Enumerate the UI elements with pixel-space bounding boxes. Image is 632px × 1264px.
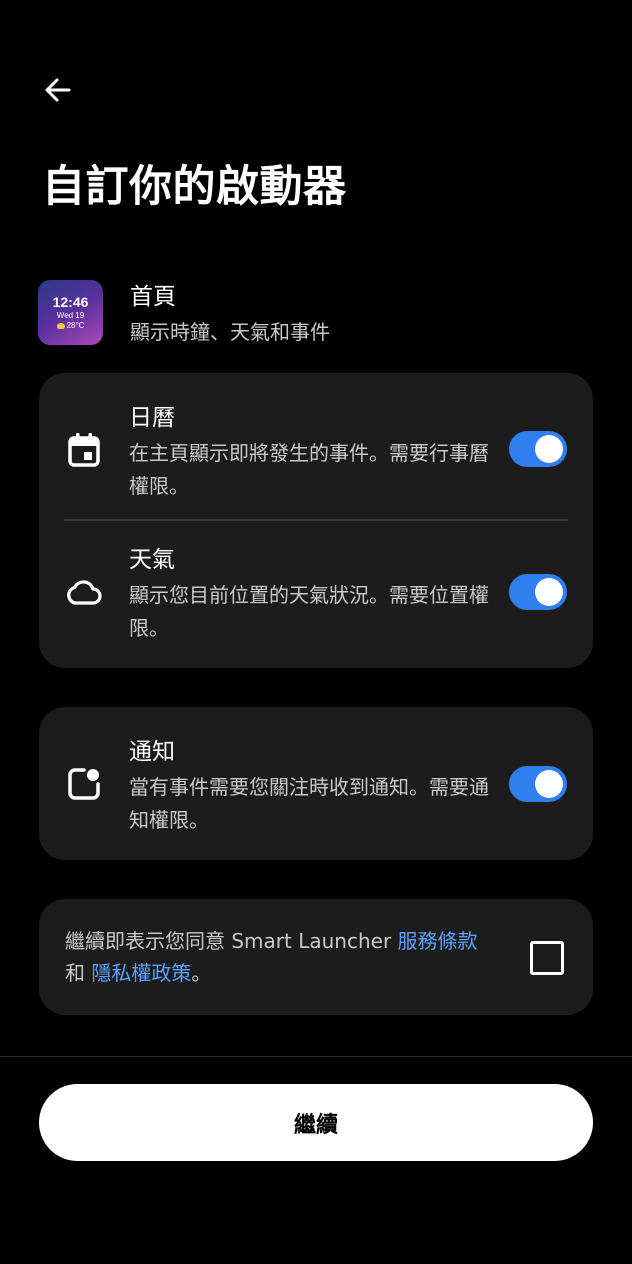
widget-weather: 28°C [56,320,85,331]
cloud-icon [65,573,103,611]
calendar-permission-row: 日曆 在主頁顯示即將發生的事件。需要行事曆權限。 [39,373,593,519]
notifications-permission-row: 通知 當有事件需要您關注時收到通知。需要通知權限。 [39,707,593,860]
footer-divider [0,1056,632,1057]
consent-checkbox[interactable] [530,941,564,975]
widget-temperature: 28°C [66,320,85,330]
consent-suffix: 。 [191,961,212,985]
privacy-policy-link[interactable]: 隱私權政策 [91,961,191,985]
arrow-left-icon [45,78,71,102]
notifications-description: 當有事件需要您關注時收到通知。需要通知權限。 [129,775,489,832]
terms-of-service-link[interactable]: 服務條款 [398,929,478,953]
partly-sunny-icon [56,322,65,329]
home-subtitle: 顯示時鐘、天氣和事件 [130,320,330,344]
home-widget-preview: 12:46 Wed 19 28°C [38,280,103,345]
calendar-title: 日曆 [129,405,175,431]
consent-prefix: 繼續即表示您同意 Smart Launcher [65,929,398,953]
weather-permission-row: 天氣 顯示您目前位置的天氣狀況。需要位置權限。 [39,521,593,668]
notifications-card: 通知 當有事件需要您關注時收到通知。需要通知權限。 [39,707,593,860]
home-title: 首頁 [130,284,176,310]
weather-title: 天氣 [129,547,175,573]
toggle-knob [535,770,563,798]
back-button[interactable] [36,68,80,112]
widget-time: 12:46 [52,293,89,310]
toggle-knob [535,578,563,606]
weather-description: 顯示您目前位置的天氣狀況。需要位置權限。 [129,583,489,640]
page-title: 自訂你的啟動器 [42,162,347,212]
consent-text: 繼續即表示您同意 Smart Launcher 服務條款和 隱私權政策。 [65,925,515,989]
consent-card: 繼續即表示您同意 Smart Launcher 服務條款和 隱私權政策。 [39,899,593,1015]
toggle-knob [535,435,563,463]
calendar-description: 在主頁顯示即將發生的事件。需要行事曆權限。 [129,441,489,498]
notification-badge-icon [65,765,103,803]
notifications-toggle[interactable] [509,766,567,802]
consent-and: 和 [65,961,92,985]
permissions-card: 日曆 在主頁顯示即將發生的事件。需要行事曆權限。 天氣 顯示您目前位置的天氣狀況… [39,373,593,668]
widget-date: Wed 19 [56,310,85,320]
home-screen-row: 12:46 Wed 19 28°C 首頁 顯示時鐘、天氣和事件 [38,280,598,348]
notifications-title: 通知 [129,739,175,765]
continue-button[interactable]: 繼續 [39,1084,593,1161]
calendar-icon [65,431,103,469]
calendar-toggle[interactable] [509,431,567,467]
weather-toggle[interactable] [509,574,567,610]
